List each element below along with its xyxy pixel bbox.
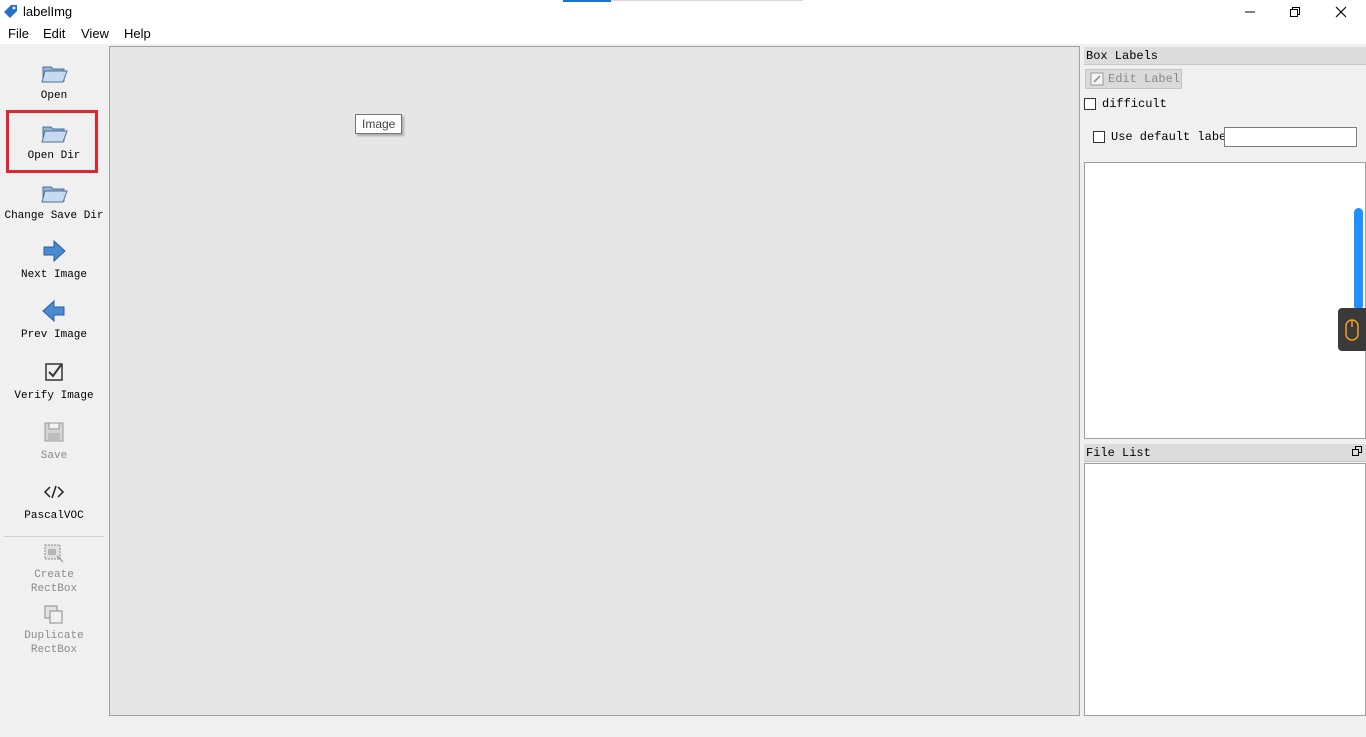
image-canvas[interactable] [109,46,1080,716]
title-bar: labelImg [0,0,1366,24]
use-default-label-checkbox[interactable] [1093,131,1105,143]
duplicate-rectbox-icon [44,605,63,624]
duplicate-rectbox-button[interactable]: Duplicate RectBox [0,603,108,657]
default-label-input[interactable] [1224,127,1357,147]
minimize-icon [1245,11,1255,13]
box-labels-dock-title[interactable]: Box Labels [1084,47,1366,65]
file-list-title: File List [1086,446,1151,460]
use-default-label-text: Use default label [1111,130,1234,144]
difficult-label: difficult [1102,97,1167,111]
menu-file[interactable]: File [6,26,31,41]
open-button[interactable]: Open [0,58,108,102]
restore-button[interactable] [1272,0,1318,24]
difficult-checkbox-row[interactable]: difficult [1084,97,1167,111]
create-rectbox-button[interactable]: Create RectBox [0,542,108,596]
edit-icon [1090,72,1104,86]
verify-image-button[interactable]: Verify Image [0,358,108,402]
tag-icon [4,5,17,18]
edit-label-text: Edit Label [1108,72,1181,86]
open-dir-highlight-box [6,110,98,173]
mouse-icon [1345,318,1359,341]
undock-button[interactable] [1352,446,1362,460]
use-default-label-row[interactable]: Use default label [1093,130,1233,144]
pascalvoc-label: PascalVOC [24,510,84,522]
change-save-dir-label: Change Save Dir [4,210,104,222]
minimize-button[interactable] [1227,0,1273,24]
restore-icon [1290,7,1300,17]
code-icon [43,485,65,499]
floating-mouse-widget[interactable] [1338,308,1366,351]
next-image-button[interactable]: Next Image [0,237,108,281]
pascalvoc-button[interactable]: PascalVOC [0,478,108,522]
menu-bar: File Edit View Help [0,24,1366,44]
folder-open-icon [41,186,68,203]
window-title: labelImg [23,4,73,19]
duplicate-rectbox-label: Duplicate RectBox [24,630,84,656]
verify-image-label: Verify Image [14,390,94,402]
folder-open-icon [41,66,68,83]
title-accent-line-grey [611,0,803,1]
next-image-label: Next Image [20,269,87,281]
arrow-right-icon [43,239,66,263]
prev-image-label: Prev Image [20,329,87,341]
change-save-dir-button[interactable]: Change Save Dir [0,178,108,222]
menu-edit[interactable]: Edit [41,26,67,41]
undock-icon [1352,446,1362,456]
checkbox-icon [45,363,63,381]
box-labels-title: Box Labels [1086,49,1159,63]
save-label: Save [40,450,68,462]
scrollbar-thumb[interactable] [1354,208,1363,310]
status-bar [0,716,1366,737]
arrow-left-icon [42,299,65,323]
close-icon [1335,6,1347,18]
menu-help[interactable]: Help [122,26,153,41]
file-list-dock-title[interactable]: File List [1084,444,1366,462]
close-button[interactable] [1318,0,1364,24]
prev-image-button[interactable]: Prev Image [0,297,108,341]
title-accent-line [563,0,611,2]
canvas-tooltip: Image [355,114,403,134]
file-list[interactable] [1084,463,1366,716]
label-list[interactable] [1084,162,1366,439]
open-label: Open [40,90,68,102]
toolbar-separator [4,536,104,537]
create-rectbox-icon [44,544,64,563]
menu-view[interactable]: View [79,26,111,41]
difficult-checkbox[interactable] [1084,98,1096,110]
edit-label-button[interactable]: Edit Label [1085,69,1182,89]
save-button[interactable]: Save [0,418,108,462]
create-rectbox-label: Create RectBox [30,569,78,595]
floppy-disk-icon [44,422,64,442]
